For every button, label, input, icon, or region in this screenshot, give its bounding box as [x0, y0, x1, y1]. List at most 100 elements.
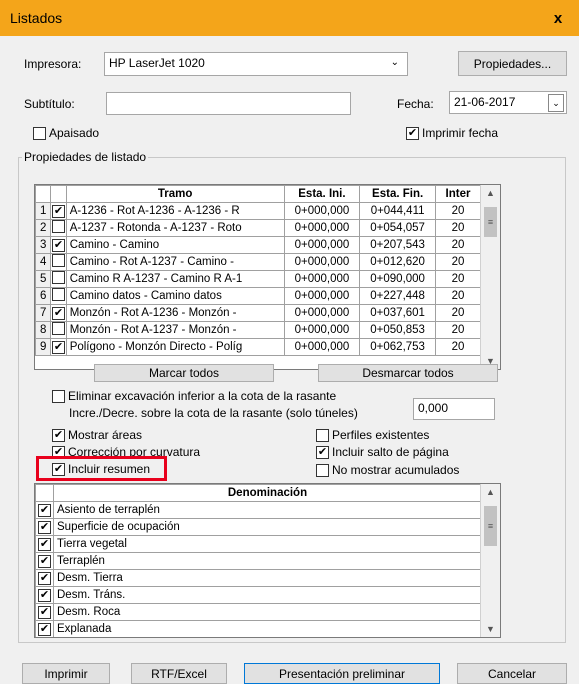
row-checkbox[interactable]: ✔	[38, 520, 51, 534]
list-item[interactable]: ✔ Desm. Tráns.	[35, 586, 482, 604]
summary-checkbox[interactable]: ✔	[52, 462, 65, 476]
row-checkbox[interactable]	[52, 288, 66, 301]
cancel-button[interactable]: Cancelar	[457, 663, 567, 684]
properties-button[interactable]: Propiedades...	[458, 51, 567, 76]
denominacion-cell: Asiento de terraplén	[53, 501, 482, 519]
table-row[interactable]: 5 Camino R A-1237 - Camino R A-1 0+000,000…	[35, 270, 482, 288]
list-item[interactable]: ✔ Terraplén	[35, 552, 482, 570]
row-checkbox[interactable]: ✔	[38, 588, 51, 602]
landscape-checkbox[interactable]	[33, 126, 46, 140]
show-areas-option[interactable]: ✔ Mostrar áreas	[52, 428, 142, 442]
show-areas-checkbox[interactable]: ✔	[52, 428, 65, 442]
row-checkbox-cell[interactable]: ✔	[35, 535, 54, 553]
row-checkbox[interactable]: ✔	[38, 537, 51, 551]
list-item[interactable]: ✔ Explanada	[35, 620, 482, 637]
interval-cell: 20	[434, 304, 482, 322]
table-row[interactable]: 4 Camino - Rot A-1237 - Camino -0+000,000…	[35, 253, 482, 271]
mark-all-button[interactable]: Marcar todos	[94, 364, 274, 382]
table-row[interactable]: 2 A-1237 - Rotonda - A-1237 - Roto 0+000,0…	[35, 219, 482, 237]
page-break-option[interactable]: ✔ Incluir salto de página	[316, 445, 449, 459]
end-station-header[interactable]: Esta. Fin.	[359, 185, 436, 203]
row-checkbox-cell[interactable]	[50, 219, 67, 237]
scroll-thumb[interactable]: ≡	[484, 207, 497, 237]
row-checkbox-cell[interactable]: ✔	[50, 304, 67, 322]
row-checkbox[interactable]: ✔	[38, 571, 51, 585]
table-row[interactable]: 9 ✔ Polígono - Monzón Directo - Políg 0+000…	[35, 338, 482, 356]
interval-cell: 20	[434, 287, 482, 305]
table-row[interactable]: 6 Camino datos - Camino datos 0+000,000 0+2…	[35, 287, 482, 305]
existing-profiles-checkbox[interactable]	[316, 428, 329, 442]
row-checkbox[interactable]: ✔	[38, 622, 51, 636]
tramo-cell: Camino R A-1237 - Camino R A-1	[65, 270, 285, 288]
row-checkbox-cell[interactable]: ✔	[50, 202, 67, 220]
start-station-header[interactable]: Esta. Ini.	[283, 185, 361, 203]
scroll-thumb[interactable]: ≡	[484, 506, 497, 546]
denominacion-header[interactable]: Denominación	[53, 484, 482, 502]
row-checkbox[interactable]	[52, 254, 66, 267]
row-number: 4	[35, 253, 52, 271]
preview-button[interactable]: Presentación preliminar	[244, 663, 440, 684]
row-checkbox[interactable]: ✔	[38, 503, 51, 517]
list-item[interactable]: ✔ Asiento de terraplén	[35, 501, 482, 519]
row-checkbox-cell[interactable]	[50, 321, 67, 339]
excavation-option[interactable]: Eliminar excavación inferior a la cota d…	[52, 389, 336, 403]
excavation-input[interactable]: 0,000	[413, 398, 495, 420]
row-checkbox-cell[interactable]: ✔	[35, 501, 54, 519]
chevron-down-icon[interactable]: ⌄	[548, 94, 564, 112]
row-checkbox-cell[interactable]: ✔	[35, 518, 54, 536]
excavation-checkbox[interactable]	[52, 389, 65, 403]
row-checkbox[interactable]	[52, 220, 66, 233]
close-button[interactable]: x	[537, 0, 579, 36]
row-checkbox[interactable]: ✔	[52, 340, 66, 354]
page-break-checkbox[interactable]: ✔	[316, 445, 329, 459]
landscape-option[interactable]: Apaisado	[33, 126, 99, 140]
row-checkbox-cell[interactable]: ✔	[35, 569, 54, 587]
scroll-up-icon[interactable]: ▲	[481, 484, 500, 500]
no-cumulative-option[interactable]: No mostrar acumulados	[316, 463, 459, 477]
row-checkbox-cell[interactable]	[50, 287, 67, 305]
row-checkbox-cell[interactable]: ✔	[50, 236, 67, 254]
rtf-excel-button[interactable]: RTF/Excel	[131, 663, 227, 684]
row-checkbox[interactable]: ✔	[52, 204, 66, 218]
row-checkbox[interactable]: ✔	[38, 605, 51, 619]
existing-profiles-option[interactable]: Perfiles existentes	[316, 428, 429, 442]
unmark-all-button[interactable]: Desmarcar todos	[318, 364, 498, 382]
print-button[interactable]: Imprimir	[22, 663, 110, 684]
list-item[interactable]: ✔ Desm. Roca	[35, 603, 482, 621]
row-checkbox-cell[interactable]: ✔	[50, 338, 67, 356]
row-checkbox[interactable]	[52, 322, 66, 335]
row-checkbox-cell[interactable]: ✔	[35, 586, 54, 604]
row-checkbox[interactable]: ✔	[38, 554, 51, 568]
table-row[interactable]: 7 ✔ Monzón - Rot A-1236 - Monzón -0+000,00…	[35, 304, 482, 322]
table-row[interactable]: 1 ✔ A-1236 - Rot A-1236 - A-1236 - R 0+000,…	[35, 202, 482, 220]
list-item[interactable]: ✔ Superficie de ocupación	[35, 518, 482, 536]
table-row[interactable]: 3 ✔ Camino - Camino 0+000,000 0+207,543 20	[35, 236, 482, 254]
row-checkbox[interactable]	[52, 271, 66, 284]
no-cumulative-checkbox[interactable]	[316, 463, 329, 477]
scroll-up-icon[interactable]: ▲	[481, 185, 500, 201]
tramo-scrollbar[interactable]: ▲ ≡ ▼	[480, 185, 500, 369]
list-item[interactable]: ✔ Desm. Tierra	[35, 569, 482, 587]
row-checkbox[interactable]: ✔	[52, 306, 66, 320]
row-checkbox-cell[interactable]: ✔	[35, 620, 54, 637]
denominacion-grid[interactable]: Denominación ✔ Asiento de terraplén ✔ Super…	[34, 483, 501, 638]
row-checkbox-cell[interactable]: ✔	[35, 552, 54, 570]
row-checkbox-cell[interactable]: ✔	[35, 603, 54, 621]
interval-header[interactable]: Inter	[434, 185, 482, 203]
subtitle-input[interactable]	[106, 92, 351, 115]
tramo-header[interactable]: Tramo	[65, 185, 285, 203]
printer-select[interactable]: HP LaserJet 1020 ⌄	[104, 52, 408, 76]
table-row[interactable]: 8 Monzón - Rot A-1237 - Monzón -0+000,000…	[35, 321, 482, 339]
denominacion-scrollbar[interactable]: ▲ ≡ ▼	[480, 484, 500, 637]
no-cumulative-label: No mostrar acumulados	[332, 463, 460, 477]
print-date-option[interactable]: ✔ Imprimir fecha	[406, 126, 498, 140]
date-picker[interactable]: 21-06-2017 ⌄	[449, 91, 567, 114]
row-checkbox-cell[interactable]	[50, 270, 67, 288]
list-item[interactable]: ✔ Tierra vegetal	[35, 535, 482, 553]
tramo-grid[interactable]: Tramo Esta. Ini. Esta. Fin. Inter 1 ✔ A-12…	[34, 184, 501, 370]
row-checkbox[interactable]: ✔	[52, 238, 66, 252]
row-checkbox-cell[interactable]	[50, 253, 67, 271]
summary-option[interactable]: ✔ Incluir resumen	[52, 462, 150, 476]
print-date-checkbox[interactable]: ✔	[406, 126, 419, 140]
scroll-down-icon[interactable]: ▼	[481, 621, 500, 637]
